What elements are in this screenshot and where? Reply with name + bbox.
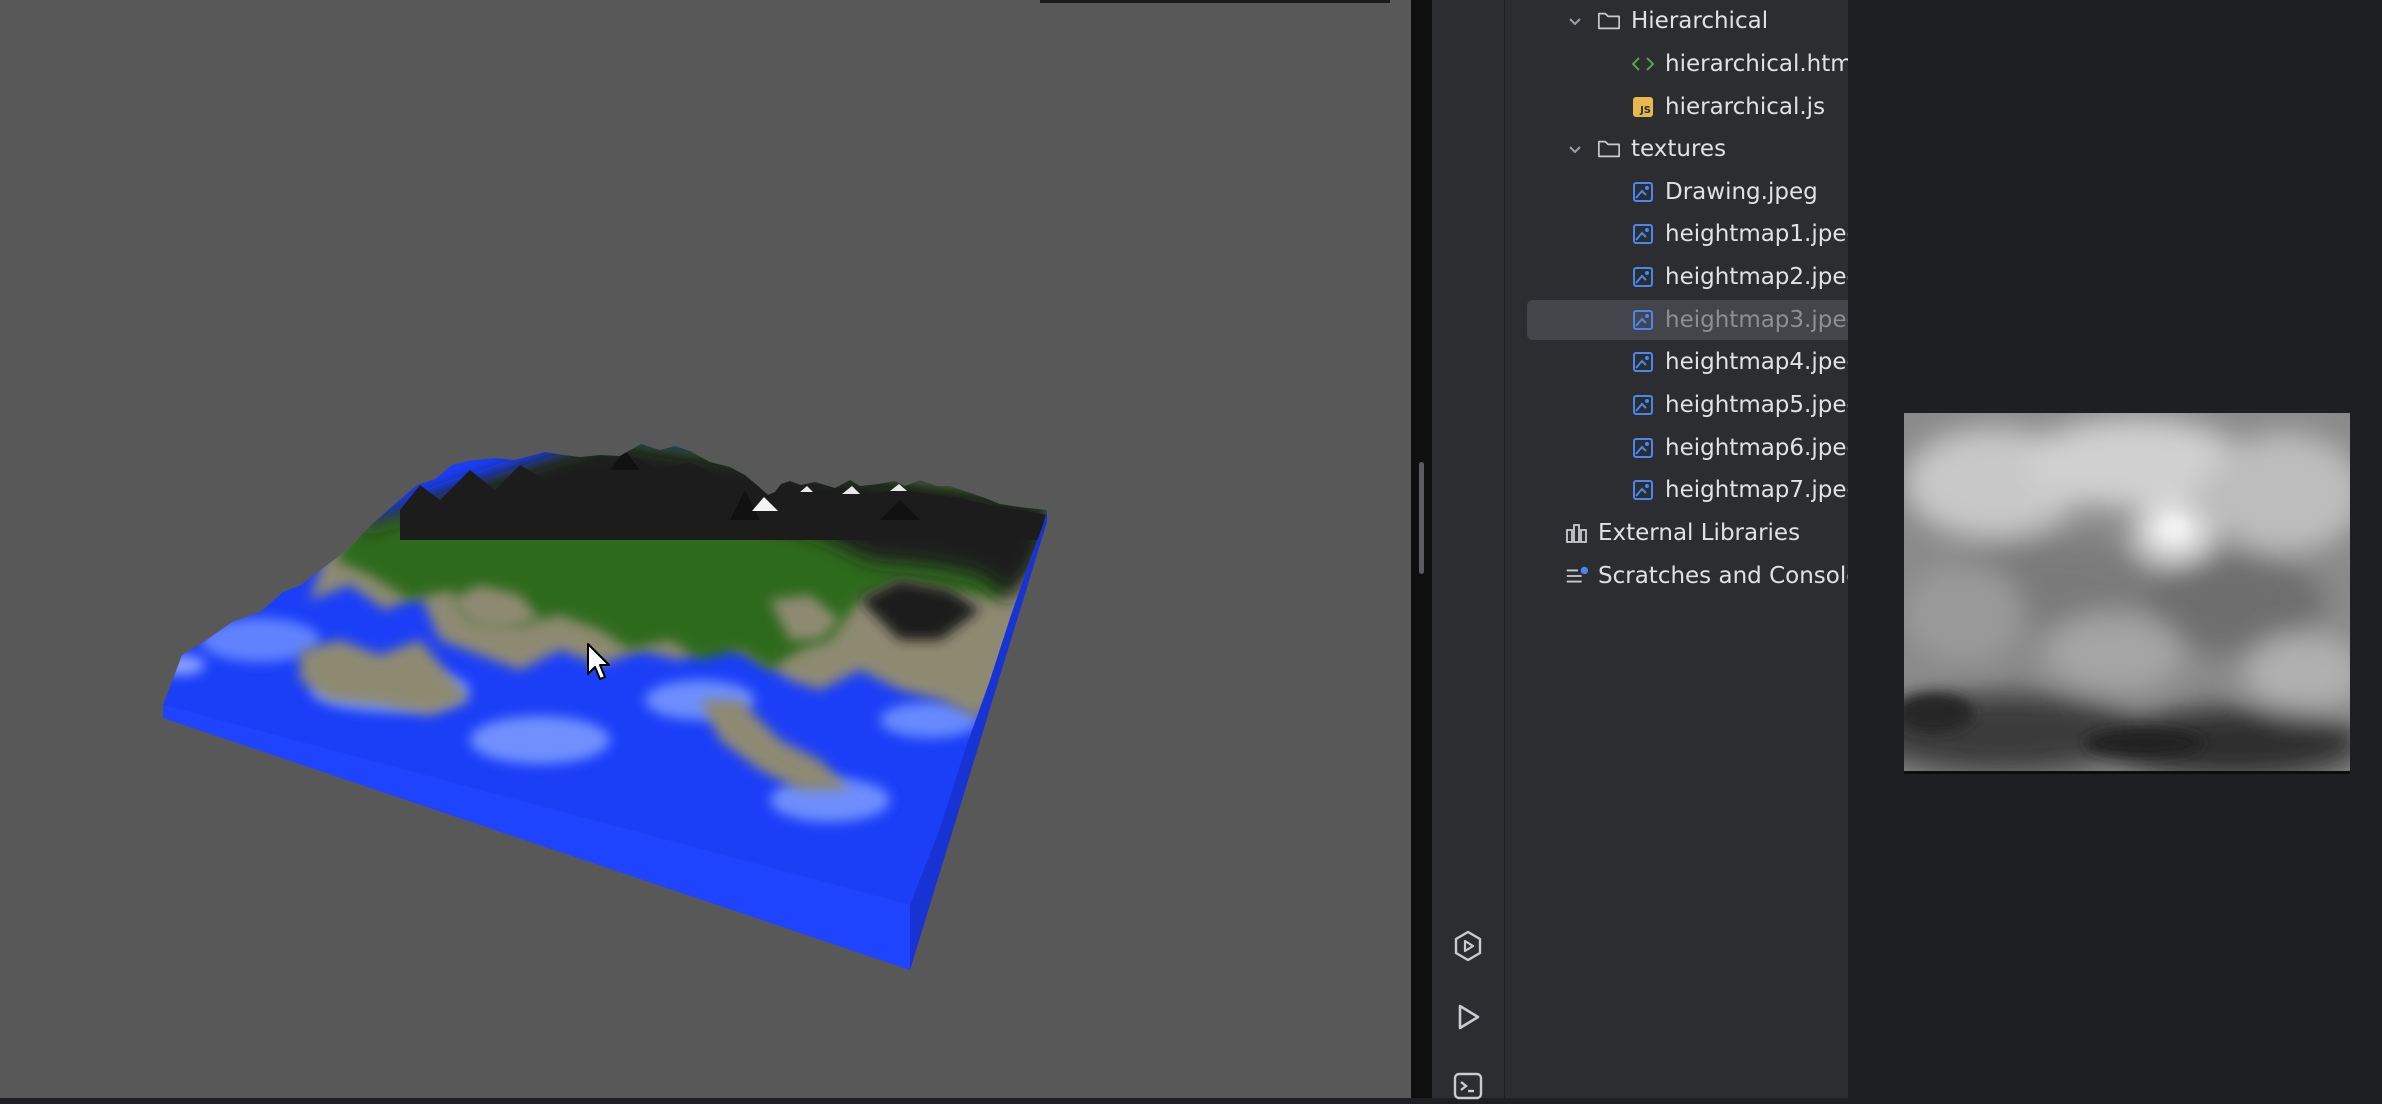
tree-file-heightmap3-jpeg[interactable]: heightmap3.jpeg (1527, 300, 1848, 340)
tree-item-label: heightmap5.jpeg (1665, 392, 1848, 418)
tree-item-label: External Libraries (1598, 520, 1801, 546)
tree-file-heightmap4-jpeg[interactable]: heightmap4.jpeg (1505, 342, 1848, 382)
tree-item-label: Drawing.jpeg (1665, 179, 1818, 205)
terminal-icon[interactable] (1450, 1068, 1486, 1104)
tree-item-label: heightmap7.jpeg (1665, 477, 1848, 503)
run-icon[interactable] (1450, 999, 1486, 1035)
html-file-icon (1631, 52, 1655, 76)
library-icon (1565, 521, 1589, 545)
terrain-surface (163, 444, 1047, 905)
image-file-icon (1631, 478, 1655, 502)
tree-folder-hierarchical[interactable]: Hierarchical (1505, 1, 1848, 41)
tree-file-heightmap7-jpeg[interactable]: heightmap7.jpeg (1505, 470, 1848, 510)
tree-item-label: hierarchical.html (1665, 51, 1848, 77)
image-file-icon (1631, 265, 1655, 289)
tree-item-label: heightmap1.jpeg (1665, 221, 1848, 247)
folder-icon (1597, 137, 1621, 161)
tree-file-heightmap1-jpeg[interactable]: heightmap1.jpeg (1505, 214, 1848, 254)
tree-file-hierarchical-js[interactable]: JS hierarchical.js (1505, 87, 1848, 127)
terrain-canvas[interactable] (0, 0, 1411, 1098)
side-toolstrip (1432, 0, 1505, 1100)
heightmap-preview-image (1904, 413, 2350, 774)
tree-file-drawing-jpeg[interactable]: Drawing.jpeg (1505, 172, 1848, 212)
chevron-down-icon[interactable] (1565, 11, 1585, 31)
tree-item-label: hierarchical.js (1665, 94, 1826, 120)
tree-item-label: heightmap3.jpeg (1665, 307, 1848, 333)
tree-item-label: heightmap2.jpeg (1665, 264, 1848, 290)
image-file-icon (1631, 222, 1655, 246)
services-icon[interactable] (1450, 928, 1486, 964)
threejs-viewport[interactable] (0, 0, 1411, 1098)
folder-icon (1597, 9, 1621, 33)
tree-file-heightmap6-jpeg[interactable]: heightmap6.jpeg (1505, 428, 1848, 468)
image-file-icon (1631, 180, 1655, 204)
image-file-icon (1631, 350, 1655, 374)
tree-file-heightmap2-jpeg[interactable]: heightmap2.jpeg (1505, 257, 1848, 297)
tree-file-hierarchical-html[interactable]: hierarchical.html (1505, 44, 1848, 84)
tree-folder-textures[interactable]: textures (1505, 129, 1848, 169)
image-file-icon (1631, 393, 1655, 417)
image-file-icon (1631, 308, 1655, 332)
tree-external-libraries[interactable]: External Libraries (1505, 513, 1848, 553)
tree-item-label: Hierarchical (1631, 8, 1769, 34)
scratches-icon (1565, 564, 1589, 588)
scrollbar-thumb[interactable] (1419, 462, 1424, 574)
tree-item-label: Scratches and Consoles (1598, 563, 1848, 589)
js-file-icon: JS (1631, 95, 1655, 119)
tree-item-label: textures (1631, 136, 1727, 162)
tree-file-heightmap5-jpeg[interactable]: heightmap5.jpeg (1505, 385, 1848, 425)
project-tree: Hierarchical hierarchical.html JS hierar… (1505, 0, 1848, 1098)
chevron-down-icon[interactable] (1565, 139, 1585, 159)
tree-scratches-and-consoles[interactable]: Scratches and Consoles (1505, 556, 1848, 596)
mouse-pointer-icon (587, 643, 610, 680)
image-file-icon (1631, 436, 1655, 460)
tree-item-label: heightmap4.jpeg (1665, 349, 1848, 375)
tree-item-label: heightmap6.jpeg (1665, 435, 1848, 461)
